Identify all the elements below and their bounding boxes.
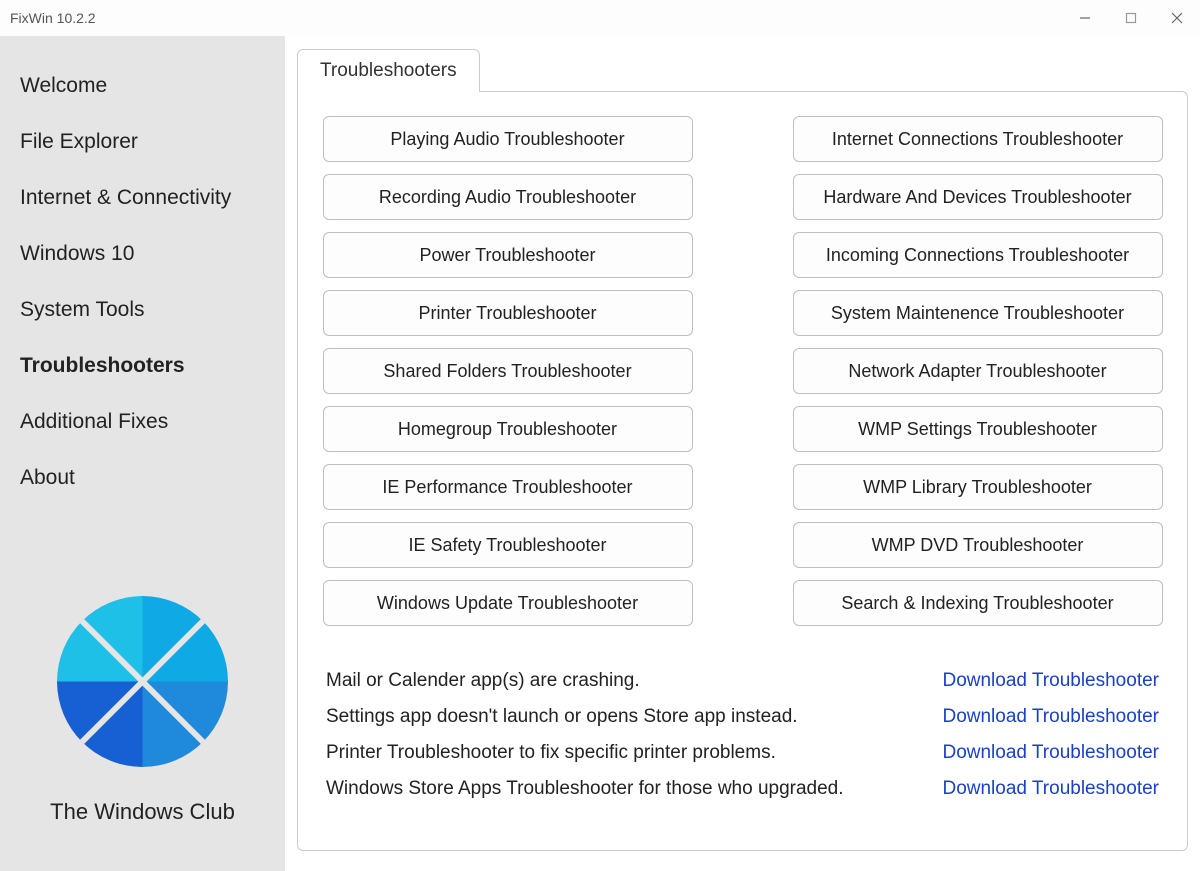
ie-performance-troubleshooter-button[interactable]: IE Performance Troubleshooter — [323, 464, 693, 510]
sidebar-item-label: Welcome — [20, 74, 107, 97]
download-troubleshooter-link[interactable]: Download Troubleshooter — [942, 706, 1159, 728]
sidebar-item-label: Additional Fixes — [20, 410, 168, 433]
troubleshooter-button-label: Search & Indexing Troubleshooter — [841, 593, 1113, 614]
hardware-and-devices-troubleshooter-button[interactable]: Hardware And Devices Troubleshooter — [793, 174, 1163, 220]
ie-safety-troubleshooter-button[interactable]: IE Safety Troubleshooter — [323, 522, 693, 568]
troubleshooter-button-label: IE Safety Troubleshooter — [408, 535, 606, 556]
sidebar-item-label: Windows 10 — [20, 242, 134, 265]
download-troubleshooter-link[interactable]: Download Troubleshooter — [942, 670, 1159, 692]
playing-audio-troubleshooter-button[interactable]: Playing Audio Troubleshooter — [323, 116, 693, 162]
tab-body: Playing Audio Troubleshooter Recording Au… — [297, 91, 1188, 851]
download-troubleshooter-link[interactable]: Download Troubleshooter — [942, 742, 1159, 764]
troubleshooter-button-label: Hardware And Devices Troubleshooter — [823, 187, 1131, 208]
troubleshooter-button-label: System Maintenence Troubleshooter — [831, 303, 1124, 324]
download-row: Printer Troubleshooter to fix specific p… — [326, 742, 1159, 764]
troubleshooter-button-label: Printer Troubleshooter — [418, 303, 596, 324]
tab-troubleshooters[interactable]: Troubleshooters — [297, 49, 480, 92]
troubleshooter-button-label: WMP Library Troubleshooter — [863, 477, 1092, 498]
troubleshooter-button-label: Windows Update Troubleshooter — [377, 593, 638, 614]
download-description: Windows Store Apps Troubleshooter for th… — [326, 778, 844, 800]
search-indexing-troubleshooter-button[interactable]: Search & Indexing Troubleshooter — [793, 580, 1163, 626]
shared-folders-troubleshooter-button[interactable]: Shared Folders Troubleshooter — [323, 348, 693, 394]
troubleshooter-button-label: Playing Audio Troubleshooter — [390, 129, 624, 150]
close-button[interactable] — [1154, 0, 1200, 36]
window-controls — [1062, 0, 1200, 36]
tab-header: Troubleshooters — [297, 48, 1188, 91]
windows-update-troubleshooter-button[interactable]: Windows Update Troubleshooter — [323, 580, 693, 626]
sidebar-item-troubleshooters[interactable]: Troubleshooters — [0, 338, 285, 394]
power-troubleshooter-button[interactable]: Power Troubleshooter — [323, 232, 693, 278]
minimize-icon — [1079, 12, 1091, 24]
troubleshooter-button-label: Recording Audio Troubleshooter — [379, 187, 636, 208]
troubleshooter-column-left: Playing Audio Troubleshooter Recording Au… — [323, 116, 693, 626]
wmp-dvd-troubleshooter-button[interactable]: WMP DVD Troubleshooter — [793, 522, 1163, 568]
wmp-library-troubleshooter-button[interactable]: WMP Library Troubleshooter — [793, 464, 1163, 510]
download-troubleshooter-link[interactable]: Download Troubleshooter — [942, 778, 1159, 800]
network-adapter-troubleshooter-button[interactable]: Network Adapter Troubleshooter — [793, 348, 1163, 394]
recording-audio-troubleshooter-button[interactable]: Recording Audio Troubleshooter — [323, 174, 693, 220]
troubleshooter-button-label: Incoming Connections Troubleshooter — [826, 245, 1129, 266]
download-description: Mail or Calender app(s) are crashing. — [326, 670, 640, 692]
sidebar-item-label: Troubleshooters — [20, 354, 185, 377]
sidebar-item-label: System Tools — [20, 298, 145, 321]
internet-connections-troubleshooter-button[interactable]: Internet Connections Troubleshooter — [793, 116, 1163, 162]
tab-label: Troubleshooters — [320, 60, 457, 81]
troubleshooter-button-label: Network Adapter Troubleshooter — [848, 361, 1106, 382]
system-maintenence-troubleshooter-button[interactable]: System Maintenence Troubleshooter — [793, 290, 1163, 336]
sidebar-item-label: About — [20, 466, 75, 489]
download-description: Settings app doesn't launch or opens Sto… — [326, 706, 798, 728]
sidebar-item-welcome[interactable]: Welcome — [0, 58, 285, 114]
download-row: Settings app doesn't launch or opens Sto… — [326, 706, 1159, 728]
maximize-icon — [1125, 12, 1137, 24]
minimize-button[interactable] — [1062, 0, 1108, 36]
download-row: Windows Store Apps Troubleshooter for th… — [326, 778, 1159, 800]
incoming-connections-troubleshooter-button[interactable]: Incoming Connections Troubleshooter — [793, 232, 1163, 278]
content-area: Troubleshooters Playing Audio Troublesho… — [285, 36, 1200, 871]
brand-logo — [55, 594, 230, 769]
sidebar: Welcome File Explorer Internet & Connectiv… — [0, 36, 285, 871]
sidebar-item-label: Internet & Connectivity — [20, 186, 231, 209]
troubleshooter-button-label: Power Troubleshooter — [419, 245, 595, 266]
brand-text: The Windows Club — [50, 799, 235, 825]
download-section: Mail or Calender app(s) are crashing. Dow… — [320, 670, 1165, 800]
troubleshooter-button-label: WMP Settings Troubleshooter — [858, 419, 1097, 440]
sidebar-item-system-tools[interactable]: System Tools — [0, 282, 285, 338]
troubleshooter-button-label: Shared Folders Troubleshooter — [383, 361, 631, 382]
troubleshooter-button-label: IE Performance Troubleshooter — [382, 477, 632, 498]
wmp-settings-troubleshooter-button[interactable]: WMP Settings Troubleshooter — [793, 406, 1163, 452]
sidebar-item-label: File Explorer — [20, 130, 138, 153]
troubleshooter-button-label: WMP DVD Troubleshooter — [872, 535, 1084, 556]
close-icon — [1171, 12, 1183, 24]
printer-troubleshooter-button[interactable]: Printer Troubleshooter — [323, 290, 693, 336]
sidebar-item-windows-10[interactable]: Windows 10 — [0, 226, 285, 282]
download-description: Printer Troubleshooter to fix specific p… — [326, 742, 776, 764]
troubleshooter-button-label: Internet Connections Troubleshooter — [832, 129, 1123, 150]
titlebar: FixWin 10.2.2 — [0, 0, 1200, 36]
maximize-button[interactable] — [1108, 0, 1154, 36]
download-row: Mail or Calender app(s) are crashing. Dow… — [326, 670, 1159, 692]
troubleshooter-column-right: Internet Connections Troubleshooter Hardw… — [793, 116, 1163, 626]
troubleshooter-button-label: Homegroup Troubleshooter — [398, 419, 617, 440]
sidebar-item-file-explorer[interactable]: File Explorer — [0, 114, 285, 170]
troubleshooter-grid: Playing Audio Troubleshooter Recording Au… — [320, 116, 1165, 626]
sidebar-item-additional-fixes[interactable]: Additional Fixes — [0, 394, 285, 450]
homegroup-troubleshooter-button[interactable]: Homegroup Troubleshooter — [323, 406, 693, 452]
sidebar-footer: The Windows Club — [0, 574, 285, 871]
sidebar-item-internet-connectivity[interactable]: Internet & Connectivity — [0, 170, 285, 226]
sidebar-item-about[interactable]: About — [0, 450, 285, 506]
window-title: FixWin 10.2.2 — [10, 10, 96, 26]
